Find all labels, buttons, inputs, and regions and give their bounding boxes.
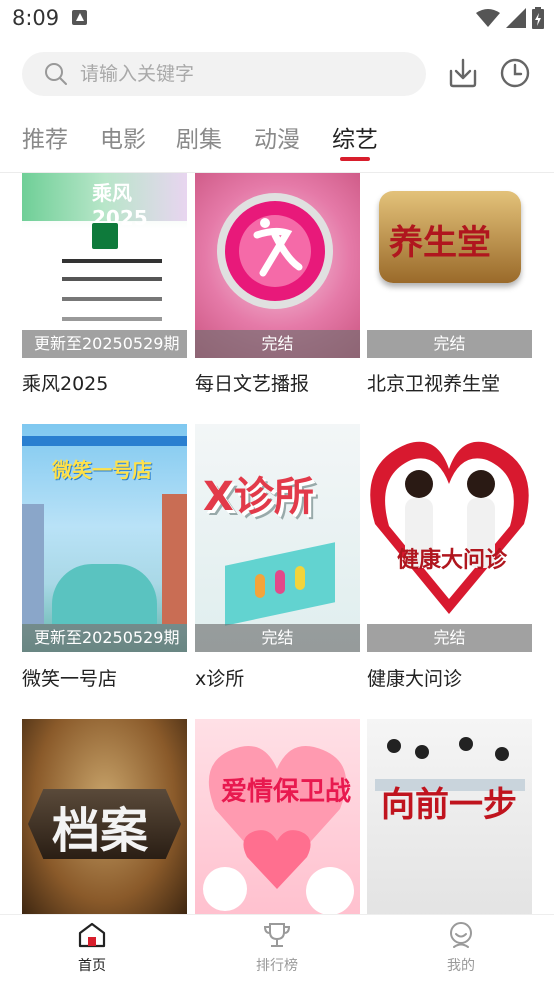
profile-icon [450, 922, 472, 948]
bottom-navigation: 首页 排行榜 我的 [0, 914, 554, 985]
download-icon [449, 58, 477, 88]
search-icon [45, 63, 67, 85]
show-title: 乘风2025 [22, 373, 109, 395]
tab-series[interactable]: 剧集 [176, 120, 222, 154]
battery-icon [532, 7, 544, 29]
nav-profile[interactable]: 我的 [421, 921, 501, 975]
nav-profile-label: 我的 [447, 958, 475, 974]
tab-anime[interactable]: 动漫 [254, 120, 300, 154]
search-bar[interactable] [22, 52, 426, 96]
status-badge: 完结 [367, 624, 532, 652]
wifi-icon [476, 9, 500, 27]
status-badge: 完结 [195, 624, 360, 652]
home-icon [78, 922, 106, 948]
nav-home-label: 首页 [78, 958, 106, 974]
poster-title: 健康大问诊 [397, 548, 508, 573]
status-badge: 完结 [195, 330, 360, 358]
show-title: 每日文艺播报 [195, 373, 310, 395]
signal-icon [506, 8, 526, 28]
tab-movies[interactable]: 电影 [100, 120, 146, 154]
update-badge: 更新至20250529期 [22, 330, 187, 358]
show-poster: 档案 [22, 719, 187, 914]
show-poster: X诊所 完结 [195, 424, 360, 652]
show-poster: 养生堂 完结 [367, 173, 532, 358]
clock-icon [500, 58, 530, 88]
category-tabs: 推荐 电影 剧集 动漫 综艺 [0, 112, 554, 168]
history-button[interactable] [498, 56, 532, 90]
status-badge: 完结 [367, 330, 532, 358]
poster-title: 微笑一号店 [52, 458, 152, 482]
show-title: 健康大问诊 [367, 668, 463, 690]
wenyi-logo-icon [217, 193, 333, 309]
show-title: 微笑一号店 [22, 668, 118, 690]
download-button[interactable] [446, 56, 480, 90]
tab-variety[interactable]: 综艺 [332, 120, 378, 154]
nav-ranking[interactable]: 排行榜 [237, 921, 317, 975]
trophy-icon [263, 923, 291, 947]
active-tab-indicator [340, 157, 370, 161]
heart-frame-icon [370, 441, 529, 614]
poster-title: 养生堂 [389, 223, 491, 263]
show-poster: 爱情保卫战 [195, 719, 360, 914]
poster-title: 档案 [52, 803, 149, 859]
poster-title: 向前一步 [381, 785, 517, 825]
poster-title: 爱情保卫战 [221, 777, 352, 807]
nav-ranking-label: 排行榜 [256, 958, 298, 974]
show-title: x诊所 [195, 668, 245, 690]
system-icons [476, 6, 544, 30]
search-input[interactable] [80, 52, 410, 96]
poster-title: X诊所 [203, 474, 314, 520]
content-grid: 乘风2025 更新至20250529期 乘风2025 完结 每日文艺播报 养生堂… [0, 173, 554, 914]
show-poster: 健康大问诊 完结 [367, 424, 532, 652]
show-poster: 完结 [195, 173, 360, 358]
update-badge: 更新至20250529期 [22, 624, 187, 652]
show-poster: 乘风2025 更新至20250529期 [22, 173, 187, 358]
nav-home[interactable]: 首页 [52, 921, 132, 975]
notification-icon [72, 10, 87, 25]
show-poster: 微笑一号店 更新至20250529期 [22, 424, 187, 652]
tab-recommend[interactable]: 推荐 [22, 120, 68, 154]
show-poster: 向前一步 [367, 719, 532, 914]
heart-icon [203, 745, 354, 914]
show-title: 北京卫视养生堂 [367, 373, 501, 395]
status-bar: 8:09 [0, 0, 554, 38]
status-time: 8:09 [12, 6, 60, 30]
